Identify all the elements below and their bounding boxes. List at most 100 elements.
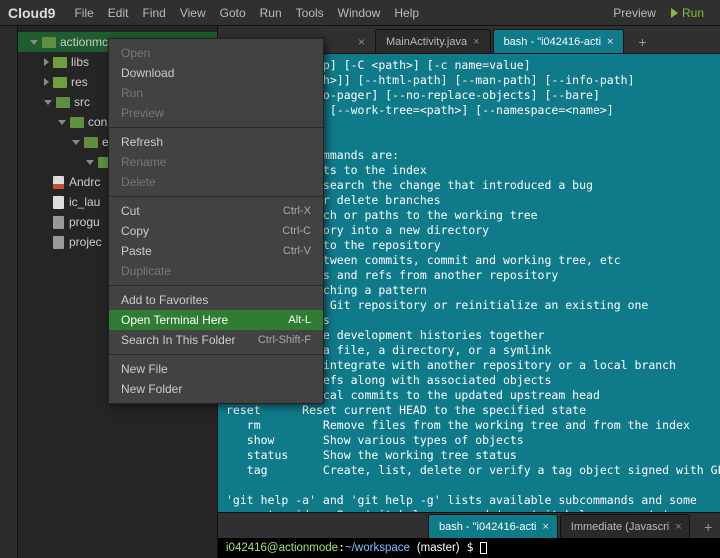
chevron-down-icon [86,160,94,165]
bottom-terminal[interactable]: i042416@actionmode:~/workspace (master) … [218,538,720,558]
chevron-down-icon [44,100,52,105]
bottom-tab-immediate[interactable]: Immediate (Javascri × [560,514,691,538]
context-menu-item: Delete [109,172,323,192]
tree-label: progu [69,215,100,229]
ctx-label: New File [121,362,168,376]
ctx-label: Rename [121,155,166,169]
separator [109,196,323,197]
context-menu-item[interactable]: Refresh [109,132,323,152]
tab-mainactivity[interactable]: MainActivity.java × [375,29,491,53]
ctx-label: Search In This Folder [121,333,236,347]
context-menu-item: Rename [109,152,323,172]
ctx-shortcut: Ctrl-Shift-F [258,334,311,346]
ctx-label: Download [121,66,174,80]
menu-run[interactable]: Run [253,6,289,20]
tab-label: Immediate (Javascri [571,521,669,533]
folder-icon [84,137,98,148]
ctx-label: New Folder [121,382,182,396]
context-menu-item: Duplicate [109,261,323,281]
tree-label: projec [69,235,102,249]
menu-view[interactable]: View [173,6,213,20]
file-icon [53,196,64,209]
ctx-shortcut: Ctrl-C [282,225,311,237]
close-icon[interactable]: × [542,521,548,533]
preview-button[interactable]: Preview [606,6,663,20]
tree-label: con [88,115,107,129]
menu-window[interactable]: Window [331,6,388,20]
bottom-tabs: bash - "i042416-acti × Immediate (Javascr… [218,512,720,538]
tree-label: Andrc [69,175,100,189]
separator [109,354,323,355]
menu-find[interactable]: Find [135,6,172,20]
ctx-shortcut: Ctrl-X [283,205,311,217]
separator [109,127,323,128]
separator [109,285,323,286]
menu-goto[interactable]: Goto [213,6,253,20]
ctx-shortcut: Ctrl-V [283,245,311,257]
ctx-label: Duplicate [121,264,171,278]
tab-bash[interactable]: bash - "i042416-acti × [493,29,625,53]
file-icon [53,176,64,189]
add-tab-button[interactable]: + [696,516,720,538]
menu-tools[interactable]: Tools [289,6,331,20]
tree-label: ic_lau [69,195,100,209]
ctx-label: Copy [121,224,149,238]
close-icon[interactable]: × [358,35,365,49]
ctx-shortcut: Alt-L [288,314,311,326]
ctx-label: Open [121,46,150,60]
context-menu-item[interactable]: New File [109,359,323,379]
run-label: Run [682,6,704,20]
add-tab-button[interactable]: + [630,31,654,53]
bottom-tab-bash[interactable]: bash - "i042416-acti × [428,514,558,538]
folder-icon [56,97,70,108]
tree-label: actionmc [60,35,108,49]
context-menu-item[interactable]: Search In This Folder Ctrl-Shift-F [109,330,323,350]
folder-icon [70,117,84,128]
context-menu-item[interactable]: New Folder [109,379,323,399]
context-menu: Open Download Run Preview Refresh Rename Delet… [108,38,324,404]
left-gutter [0,26,18,558]
menu-help[interactable]: Help [387,6,426,20]
context-menu-item[interactable]: Copy Ctrl-C [109,221,323,241]
chevron-right-icon [44,78,49,86]
run-button[interactable]: Run [663,6,712,20]
chevron-right-icon [44,58,49,66]
close-icon[interactable]: × [473,36,479,48]
close-icon[interactable]: × [607,36,613,48]
tab-label: bash - "i042416-acti [504,36,601,48]
context-menu-item[interactable]: Download [109,63,323,83]
chevron-down-icon [30,40,38,45]
ctx-label: Paste [121,244,152,258]
tree-label: libs [71,55,89,69]
menu-file[interactable]: File [67,6,100,20]
chevron-down-icon [58,120,66,125]
tree-label: src [74,95,90,109]
context-menu-item: Preview [109,103,323,123]
context-menu-item[interactable]: Cut Ctrl-X [109,201,323,221]
close-icon[interactable]: × [675,521,681,533]
folder-icon [53,57,67,68]
context-menu-item: Run [109,83,323,103]
folder-icon [53,77,67,88]
chevron-down-icon [72,140,80,145]
ctx-label: Delete [121,175,156,189]
tab-label: MainActivity.java [386,36,467,48]
tab-label: bash - "i042416-acti [439,521,536,533]
file-icon [53,216,64,229]
context-menu-item[interactable]: Paste Ctrl-V [109,241,323,261]
ctx-label: Open Terminal Here [121,313,228,327]
context-menu-item[interactable]: Add to Favorites [109,290,323,310]
ctx-label: Preview [121,106,164,120]
brand: Cloud9 [8,5,55,21]
ctx-label: Refresh [121,135,163,149]
menu-edit[interactable]: Edit [101,6,136,20]
file-icon [53,236,64,249]
folder-icon [42,37,56,48]
tree-label: res [71,75,88,89]
ctx-label: Run [121,86,143,100]
menubar: Cloud9 File Edit Find View Goto Run Tool… [0,0,720,26]
context-menu-item[interactable]: Open Terminal Here Alt-L [109,310,323,330]
ctx-label: Cut [121,204,140,218]
play-icon [671,8,678,18]
ctx-label: Add to Favorites [121,293,208,307]
